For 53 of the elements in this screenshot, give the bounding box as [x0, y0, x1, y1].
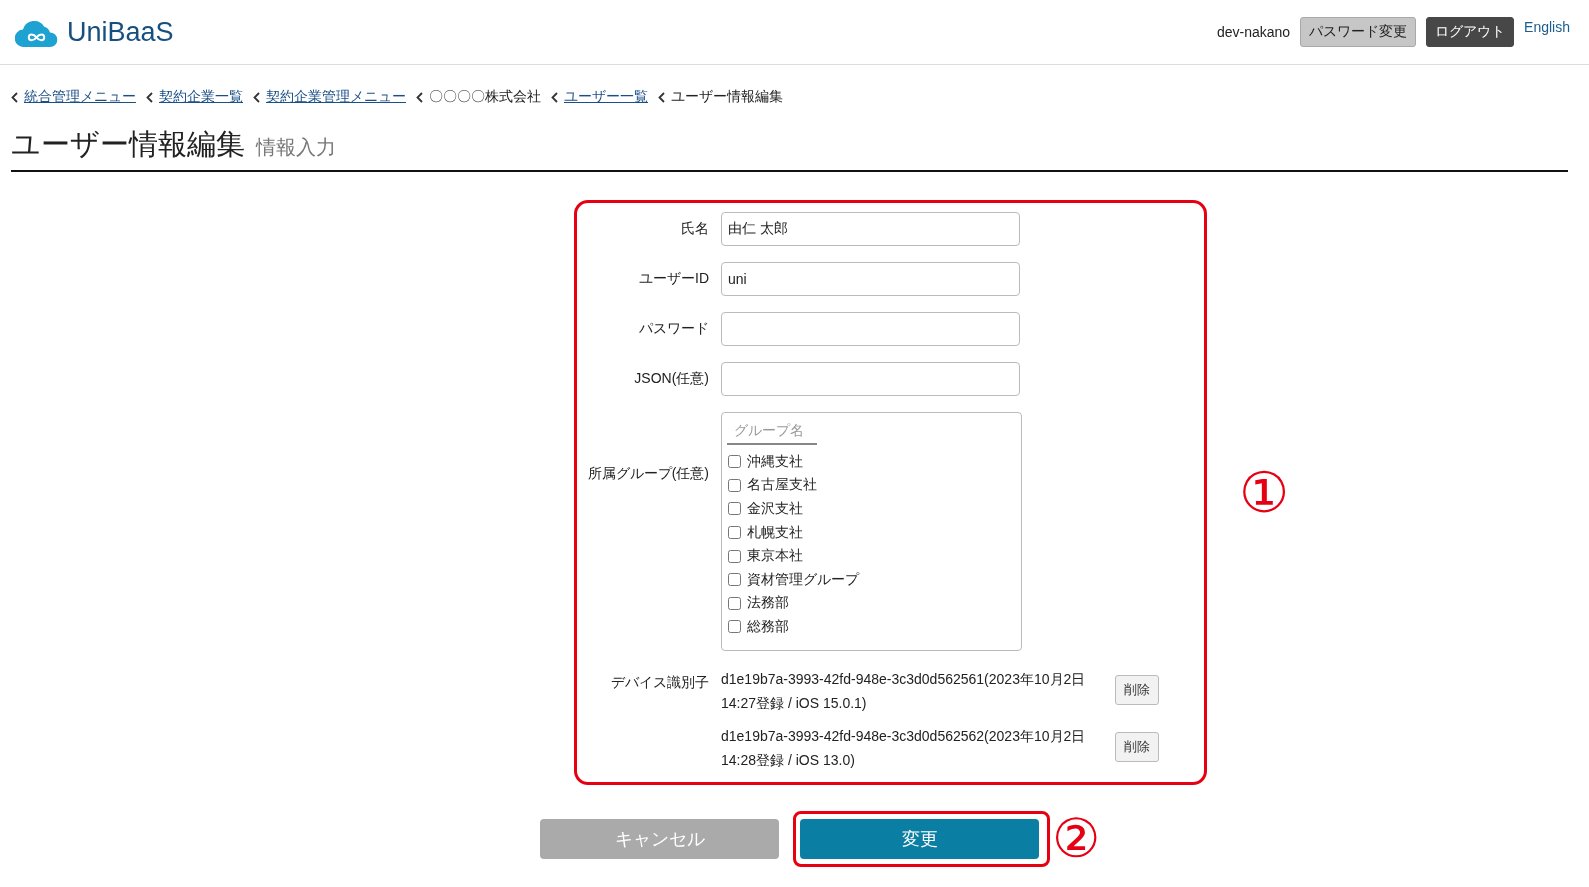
- breadcrumb-text: 〇〇〇〇株式会社: [429, 88, 541, 106]
- checkbox[interactable]: [728, 478, 741, 492]
- checkbox[interactable]: [728, 620, 741, 634]
- page-title: ユーザー情報編集: [11, 127, 245, 162]
- checkbox-label: 資材管理グループ: [747, 570, 859, 589]
- breadcrumb-link[interactable]: ユーザー一覧: [564, 88, 648, 106]
- breadcrumb-link[interactable]: 統合管理メニュー: [24, 88, 136, 106]
- checkbox[interactable]: [728, 502, 741, 516]
- language-link[interactable]: English: [1524, 19, 1570, 35]
- checkbox-label: 金沢支社: [747, 500, 803, 518]
- text-input[interactable]: uni: [721, 262, 1020, 296]
- checkbox[interactable]: [728, 549, 741, 563]
- checkbox-label: 法務部: [747, 594, 789, 613]
- user-name: dev-nakano: [1216, 24, 1291, 40]
- chevron-left-icon: [658, 91, 665, 103]
- text-input[interactable]: [721, 362, 1020, 396]
- checkbox-label: 札幌支社: [747, 523, 803, 542]
- checkbox[interactable]: [728, 596, 741, 610]
- annotation-number: ②: [1052, 812, 1101, 866]
- breadcrumb-link[interactable]: 契約企業管理メニュー: [266, 88, 406, 106]
- page-subtitle: 情報入力: [256, 135, 336, 160]
- device-id-text: d1e19b7a-3993-42fd-948e-3c3d0d562562(2023年10月2日14:28登録 / iOS 13.0): [721, 727, 1087, 770]
- field-label: JSON(任意): [634, 370, 709, 388]
- device-id-text: d1e19b7a-3993-42fd-948e-3c3d0d562561(2023年10月2日14:27登録 / iOS 15.0.1): [721, 670, 1087, 713]
- submit-button[interactable]: 変更: [800, 819, 1039, 859]
- group-search-field[interactable]: グループ名: [727, 416, 817, 445]
- delete-button[interactable]: 削除: [1115, 732, 1159, 762]
- breadcrumb-text: ユーザー情報編集: [671, 88, 783, 106]
- checkbox-label: 沖縄支社: [747, 452, 803, 471]
- checkbox-label: 名古屋支社: [747, 476, 817, 495]
- field-label: ユーザーID: [639, 270, 709, 288]
- logo-text: UniBaaS: [67, 16, 174, 48]
- checkbox-label: 東京本社: [747, 547, 803, 566]
- checkbox[interactable]: [728, 526, 741, 540]
- chevron-left-icon: [11, 91, 18, 103]
- chevron-left-icon: [551, 91, 558, 103]
- breadcrumb-link[interactable]: 契約企業一覧: [159, 88, 243, 106]
- text-input[interactable]: 由仁 太郎: [721, 212, 1020, 246]
- chevron-left-icon: [253, 91, 260, 103]
- chevron-left-icon: [146, 91, 153, 103]
- checkbox-label: 総務部: [747, 617, 789, 636]
- password-change-button[interactable]: パスワード変更: [1300, 17, 1417, 47]
- field-label: デバイス識別子: [611, 673, 709, 692]
- field-label: パスワード: [639, 320, 709, 338]
- chevron-left-icon: [416, 91, 423, 103]
- checkbox[interactable]: [728, 573, 741, 587]
- field-label: 所属グループ(任意): [587, 464, 709, 483]
- text-input[interactable]: [721, 312, 1020, 346]
- checkbox[interactable]: [728, 455, 741, 469]
- annotation-number: ①: [1239, 464, 1290, 521]
- field-label: 氏名: [681, 220, 709, 238]
- delete-button[interactable]: 削除: [1115, 675, 1159, 705]
- logout-button[interactable]: ログアウト: [1426, 17, 1515, 47]
